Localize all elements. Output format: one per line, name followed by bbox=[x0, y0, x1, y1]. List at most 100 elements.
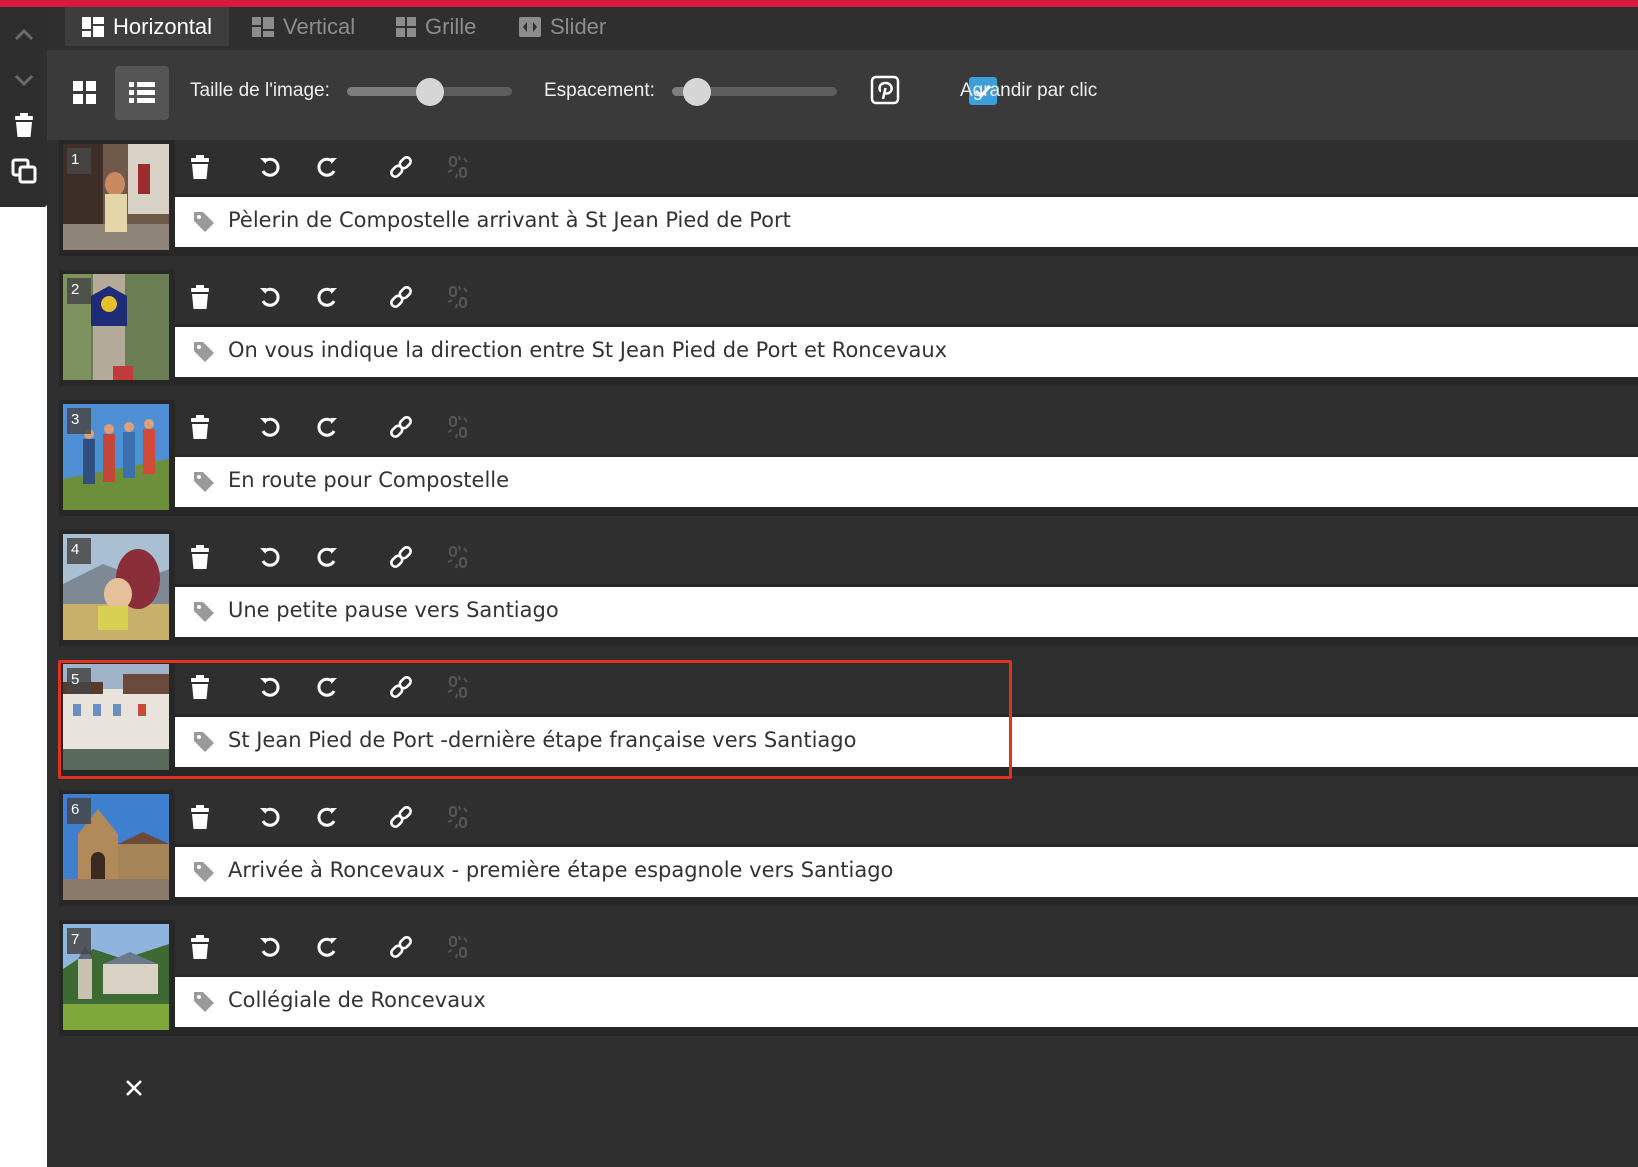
gallery-editor: Horizontal Vertical Grille Slider Taille… bbox=[47, 7, 1638, 1167]
image-number: 3 bbox=[67, 408, 91, 434]
tab-label: Horizontal bbox=[113, 13, 213, 39]
rotate-right-icon[interactable] bbox=[310, 280, 344, 314]
rotate-left-icon[interactable] bbox=[253, 150, 287, 184]
pinterest-button[interactable] bbox=[870, 75, 900, 105]
rotate-left-icon[interactable] bbox=[253, 540, 287, 574]
close-button[interactable] bbox=[121, 1075, 147, 1101]
image-size-label: Taille de l'image: bbox=[190, 80, 330, 101]
tab-grille[interactable]: Grille bbox=[379, 7, 493, 46]
grid-view-icon bbox=[73, 81, 96, 104]
spacing-slider[interactable] bbox=[672, 78, 837, 106]
image-thumbnail[interactable]: 1 bbox=[63, 144, 169, 250]
caption-field[interactable]: Arrivée à Roncevaux - première étape esp… bbox=[175, 847, 1638, 897]
tab-label: Slider bbox=[550, 13, 607, 39]
caption-text: Une petite pause vers Santiago bbox=[228, 598, 559, 622]
tag-icon bbox=[194, 602, 214, 622]
rotate-left-icon[interactable] bbox=[253, 410, 287, 444]
caption-field[interactable]: Collégiale de Roncevaux bbox=[175, 977, 1638, 1027]
grid-layout-icon bbox=[396, 16, 416, 37]
caption-field[interactable]: Une petite pause vers Santiago bbox=[175, 587, 1638, 637]
caption-text: Pèlerin de Compostelle arrivant à St Jea… bbox=[228, 208, 791, 232]
image-row: 2 On vous indique la direction entre St … bbox=[59, 270, 1638, 386]
trash-icon[interactable] bbox=[183, 540, 217, 574]
row-toolbar bbox=[175, 140, 1638, 194]
image-size-slider-handle[interactable] bbox=[415, 78, 444, 106]
rotate-left-icon[interactable] bbox=[253, 280, 287, 314]
chevron-up-icon[interactable] bbox=[8, 19, 40, 51]
image-number: 1 bbox=[67, 148, 91, 174]
link-icon[interactable] bbox=[384, 280, 418, 314]
tag-icon bbox=[194, 472, 214, 492]
caption-field[interactable]: Pèlerin de Compostelle arrivant à St Jea… bbox=[175, 197, 1638, 247]
trash-icon[interactable] bbox=[183, 410, 217, 444]
rotate-right-icon[interactable] bbox=[310, 150, 344, 184]
image-size-slider[interactable] bbox=[347, 78, 512, 106]
image-row: 7 Collégiale de Roncevaux bbox=[59, 920, 1638, 1036]
rotate-right-icon[interactable] bbox=[310, 540, 344, 574]
link-icon[interactable] bbox=[384, 800, 418, 834]
link-icon[interactable] bbox=[384, 410, 418, 444]
link-icon[interactable] bbox=[384, 930, 418, 964]
horizontal-layout-icon bbox=[82, 16, 104, 37]
row-toolbar bbox=[175, 400, 1638, 454]
left-panel bbox=[0, 7, 47, 207]
link-icon[interactable] bbox=[384, 540, 418, 574]
tag-icon bbox=[194, 992, 214, 1012]
tab-horizontal[interactable]: Horizontal bbox=[65, 7, 230, 46]
image-thumbnail[interactable]: 7 bbox=[63, 924, 169, 1030]
tab-slider[interactable]: Slider bbox=[502, 7, 623, 46]
spacing-slider-handle[interactable] bbox=[682, 78, 711, 106]
rotate-left-icon[interactable] bbox=[253, 800, 287, 834]
unlink-icon bbox=[441, 930, 475, 964]
copy-icon[interactable] bbox=[8, 155, 40, 187]
pinterest-icon bbox=[870, 75, 900, 105]
trash-icon[interactable] bbox=[8, 109, 40, 141]
close-icon bbox=[126, 1080, 142, 1096]
tag-icon bbox=[194, 212, 214, 232]
chevron-down-icon[interactable] bbox=[8, 64, 40, 96]
rotate-left-icon[interactable] bbox=[253, 930, 287, 964]
image-row: 4 Une petite pause vers Santiago bbox=[59, 530, 1638, 646]
image-thumbnail[interactable]: 2 bbox=[63, 274, 169, 380]
tab-label: Grille bbox=[425, 13, 477, 39]
image-row: 3 En route pour Compostelle bbox=[59, 400, 1638, 516]
layout-tabs: Horizontal Vertical Grille Slider bbox=[47, 7, 1638, 50]
trash-icon[interactable] bbox=[183, 930, 217, 964]
caption-text: On vous indique la direction entre St Je… bbox=[228, 338, 948, 362]
rotate-right-icon[interactable] bbox=[310, 410, 344, 444]
rotate-right-icon[interactable] bbox=[310, 930, 344, 964]
image-thumbnail[interactable]: 3 bbox=[63, 404, 169, 510]
rotate-right-icon[interactable] bbox=[310, 800, 344, 834]
caption-field[interactable]: On vous indique la direction entre St Je… bbox=[175, 327, 1638, 377]
image-number: 6 bbox=[67, 798, 91, 824]
highlight-annotation-box bbox=[58, 660, 1012, 779]
image-thumbnail[interactable]: 4 bbox=[63, 534, 169, 640]
caption-text: Collégiale de Roncevaux bbox=[228, 988, 486, 1012]
gallery-toolbar: Taille de l'image: Espacement: Agrandir … bbox=[47, 50, 1638, 140]
caption-text: En route pour Compostelle bbox=[228, 468, 510, 492]
list-view-button[interactable] bbox=[115, 66, 169, 120]
image-row: 6 Arrivée à Roncevaux - première étape e… bbox=[59, 790, 1638, 906]
tab-vertical[interactable]: Vertical bbox=[235, 7, 372, 46]
tag-icon bbox=[194, 342, 214, 362]
tag-icon bbox=[194, 862, 214, 882]
slider-layout-icon bbox=[519, 16, 541, 37]
trash-icon[interactable] bbox=[183, 150, 217, 184]
spacing-label: Espacement: bbox=[544, 80, 655, 101]
trash-icon[interactable] bbox=[183, 800, 217, 834]
enlarge-on-click-label[interactable]: Agrandir par clic bbox=[960, 80, 1097, 102]
unlink-icon bbox=[441, 800, 475, 834]
unlink-icon bbox=[441, 150, 475, 184]
trash-icon[interactable] bbox=[183, 280, 217, 314]
image-number: 7 bbox=[67, 928, 91, 954]
caption-text: Arrivée à Roncevaux - première étape esp… bbox=[228, 858, 894, 882]
grid-view-button[interactable] bbox=[58, 66, 112, 120]
row-toolbar bbox=[175, 270, 1638, 324]
link-icon[interactable] bbox=[384, 150, 418, 184]
tab-label: Vertical bbox=[283, 13, 356, 39]
unlink-icon bbox=[441, 410, 475, 444]
caption-field[interactable]: En route pour Compostelle bbox=[175, 457, 1638, 507]
row-toolbar bbox=[175, 920, 1638, 974]
image-thumbnail[interactable]: 6 bbox=[63, 794, 169, 900]
unlink-icon bbox=[441, 280, 475, 314]
